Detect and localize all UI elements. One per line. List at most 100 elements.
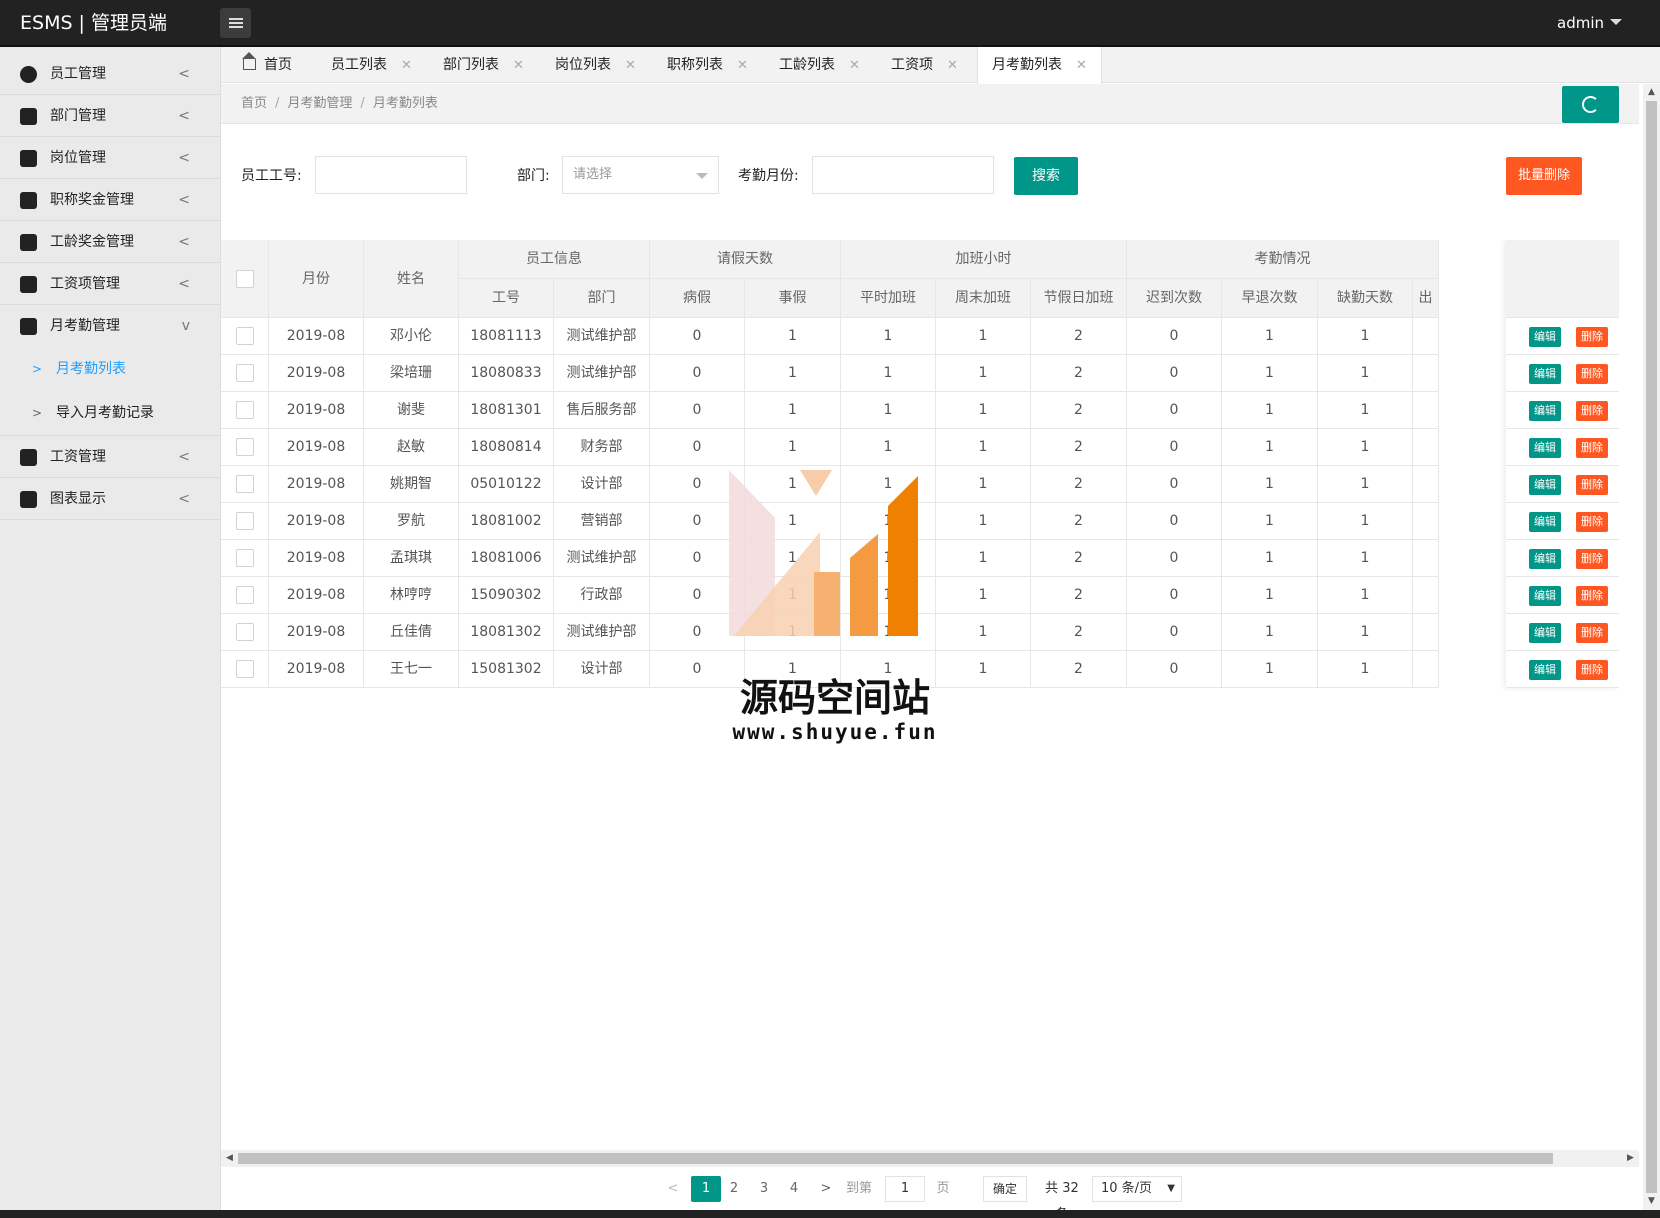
tab-home[interactable]: 首页 bbox=[242, 47, 292, 83]
row-checkbox[interactable] bbox=[235, 401, 254, 419]
tab-employee-list[interactable]: 员工列表 ✕ bbox=[331, 47, 412, 83]
delete-button[interactable]: 删除 bbox=[1576, 364, 1608, 384]
sidebar-item-seniority-bonus[interactable]: 工龄奖金管理 < bbox=[0, 221, 220, 263]
row-checkbox[interactable] bbox=[235, 512, 254, 530]
close-icon[interactable]: ✕ bbox=[947, 58, 958, 73]
select-all-checkbox[interactable] bbox=[235, 270, 254, 288]
column-header[interactable]: 早退次数 bbox=[1222, 279, 1318, 318]
delete-button[interactable]: 删除 bbox=[1576, 623, 1608, 643]
tab-seniority-list[interactable]: 工龄列表 ✕ bbox=[779, 47, 860, 83]
prev-page-button[interactable]: < bbox=[663, 1176, 683, 1202]
delete-button[interactable]: 删除 bbox=[1576, 475, 1608, 495]
sidebar-item-employee[interactable]: 员工管理 < bbox=[0, 53, 220, 95]
page-button[interactable]: 4 bbox=[784, 1176, 804, 1202]
edit-button[interactable]: 编辑 bbox=[1529, 549, 1561, 569]
horizontal-scrollbar[interactable]: ◀ ▶ bbox=[221, 1150, 1639, 1167]
menu-toggle-button[interactable] bbox=[220, 8, 251, 38]
sidebar-subitem-import-attendance[interactable]: > 导入月考勤记录 bbox=[0, 391, 220, 435]
row-checkbox[interactable] bbox=[235, 549, 254, 567]
edit-button[interactable]: 编辑 bbox=[1529, 364, 1561, 384]
edit-button[interactable]: 编辑 bbox=[1529, 623, 1561, 643]
scroll-up-icon[interactable]: ▲ bbox=[1643, 84, 1660, 101]
delete-button[interactable]: 删除 bbox=[1576, 438, 1608, 458]
sidebar-item-department[interactable]: 部门管理 < bbox=[0, 95, 220, 137]
column-header[interactable]: 出 bbox=[1413, 279, 1439, 318]
month-input[interactable] bbox=[812, 156, 994, 194]
page-size-select[interactable]: 10 条/页 ▼ bbox=[1092, 1176, 1182, 1202]
emp-no-input[interactable] bbox=[315, 156, 467, 194]
column-header[interactable]: 月份 bbox=[269, 240, 364, 318]
row-checkbox[interactable] bbox=[235, 327, 254, 345]
edit-button[interactable]: 编辑 bbox=[1529, 660, 1561, 680]
edit-button[interactable]: 编辑 bbox=[1529, 475, 1561, 495]
tab-title-list[interactable]: 职称列表 ✕ bbox=[667, 47, 748, 83]
column-header[interactable]: 病假 bbox=[650, 279, 745, 318]
column-header[interactable]: 工号 bbox=[459, 279, 554, 318]
table-cell: 1 bbox=[1318, 466, 1413, 503]
sidebar-item-title-bonus[interactable]: 职称奖金管理 < bbox=[0, 179, 220, 221]
scrollbar-thumb[interactable] bbox=[1646, 101, 1657, 1193]
scroll-right-icon[interactable]: ▶ bbox=[1622, 1150, 1639, 1167]
goto-page-input[interactable]: 1 bbox=[885, 1176, 925, 1202]
sidebar-subitem-attendance-list[interactable]: > 月考勤列表 bbox=[0, 347, 220, 391]
column-header[interactable]: 缺勤天数 bbox=[1318, 279, 1413, 318]
user-menu[interactable]: admin bbox=[1557, 0, 1622, 47]
next-page-button[interactable]: > bbox=[816, 1176, 836, 1202]
sidebar-item-charts[interactable]: 图表显示 < bbox=[0, 478, 220, 520]
page-button[interactable]: 2 bbox=[724, 1176, 744, 1202]
goto-confirm-button[interactable]: 确定 bbox=[983, 1176, 1027, 1202]
delete-button[interactable]: 删除 bbox=[1576, 512, 1608, 532]
edit-button[interactable]: 编辑 bbox=[1529, 327, 1561, 347]
delete-button[interactable]: 删除 bbox=[1576, 660, 1608, 680]
column-header[interactable]: 事假 bbox=[745, 279, 841, 318]
column-header[interactable]: 平时加班 bbox=[841, 279, 936, 318]
batch-delete-button[interactable]: 批量删除 bbox=[1506, 157, 1582, 195]
tab-attendance-list[interactable]: 月考勤列表 ✕ bbox=[977, 47, 1102, 84]
scrollbar-thumb[interactable] bbox=[238, 1153, 1553, 1164]
delete-button[interactable]: 删除 bbox=[1576, 586, 1608, 606]
scroll-down-icon[interactable]: ▼ bbox=[1643, 1193, 1660, 1210]
close-icon[interactable]: ✕ bbox=[849, 58, 860, 73]
column-header[interactable]: 部门 bbox=[554, 279, 650, 318]
delete-button[interactable]: 删除 bbox=[1576, 401, 1608, 421]
dept-select[interactable]: 请选择 bbox=[562, 156, 719, 194]
column-header[interactable]: 迟到次数 bbox=[1127, 279, 1222, 318]
edit-button[interactable]: 编辑 bbox=[1529, 401, 1561, 421]
page-button-current[interactable]: 1 bbox=[691, 1176, 721, 1202]
close-icon[interactable]: ✕ bbox=[737, 58, 748, 73]
sidebar-item-salary-items[interactable]: 工资项管理 < bbox=[0, 263, 220, 305]
search-button[interactable]: 搜索 bbox=[1014, 157, 1078, 195]
row-checkbox[interactable] bbox=[235, 364, 254, 382]
delete-button[interactable]: 删除 bbox=[1576, 549, 1608, 569]
column-header[interactable]: 周末加班 bbox=[936, 279, 1031, 318]
sidebar-item-position[interactable]: 岗位管理 < bbox=[0, 137, 220, 179]
breadcrumb-item[interactable]: 首页 bbox=[241, 96, 267, 111]
sidebar-item-attendance[interactable]: 月考勤管理 v bbox=[0, 305, 220, 347]
edit-button[interactable]: 编辑 bbox=[1529, 512, 1561, 532]
delete-button[interactable]: 删除 bbox=[1576, 327, 1608, 347]
edit-button[interactable]: 编辑 bbox=[1529, 438, 1561, 458]
sidebar-item-salary[interactable]: 工资管理 < bbox=[0, 436, 220, 478]
refresh-button[interactable] bbox=[1562, 86, 1619, 123]
row-checkbox[interactable] bbox=[235, 438, 254, 456]
edit-button[interactable]: 编辑 bbox=[1529, 586, 1561, 606]
vertical-scrollbar[interactable]: ▲ ▼ bbox=[1643, 84, 1660, 1210]
column-header[interactable]: 节假日加班 bbox=[1031, 279, 1127, 318]
row-checkbox[interactable] bbox=[235, 623, 254, 641]
close-icon[interactable]: ✕ bbox=[513, 58, 524, 73]
breadcrumb-item[interactable]: 月考勤管理 bbox=[287, 96, 352, 111]
tab-position-list[interactable]: 岗位列表 ✕ bbox=[555, 47, 636, 83]
row-checkbox[interactable] bbox=[235, 660, 254, 678]
column-header[interactable]: 姓名 bbox=[364, 240, 459, 318]
page-button[interactable]: 3 bbox=[754, 1176, 774, 1202]
scroll-left-icon[interactable]: ◀ bbox=[221, 1150, 238, 1167]
tab-department-list[interactable]: 部门列表 ✕ bbox=[443, 47, 524, 83]
row-checkbox[interactable] bbox=[235, 475, 254, 493]
close-icon[interactable]: ✕ bbox=[401, 58, 412, 73]
row-checkbox[interactable] bbox=[235, 586, 254, 604]
close-icon[interactable]: ✕ bbox=[1076, 58, 1087, 73]
table-cell: 15090302 bbox=[459, 577, 554, 614]
table-cell: 测试维护部 bbox=[554, 355, 650, 392]
close-icon[interactable]: ✕ bbox=[625, 58, 636, 73]
tab-salary-items[interactable]: 工资项 ✕ bbox=[891, 47, 958, 83]
